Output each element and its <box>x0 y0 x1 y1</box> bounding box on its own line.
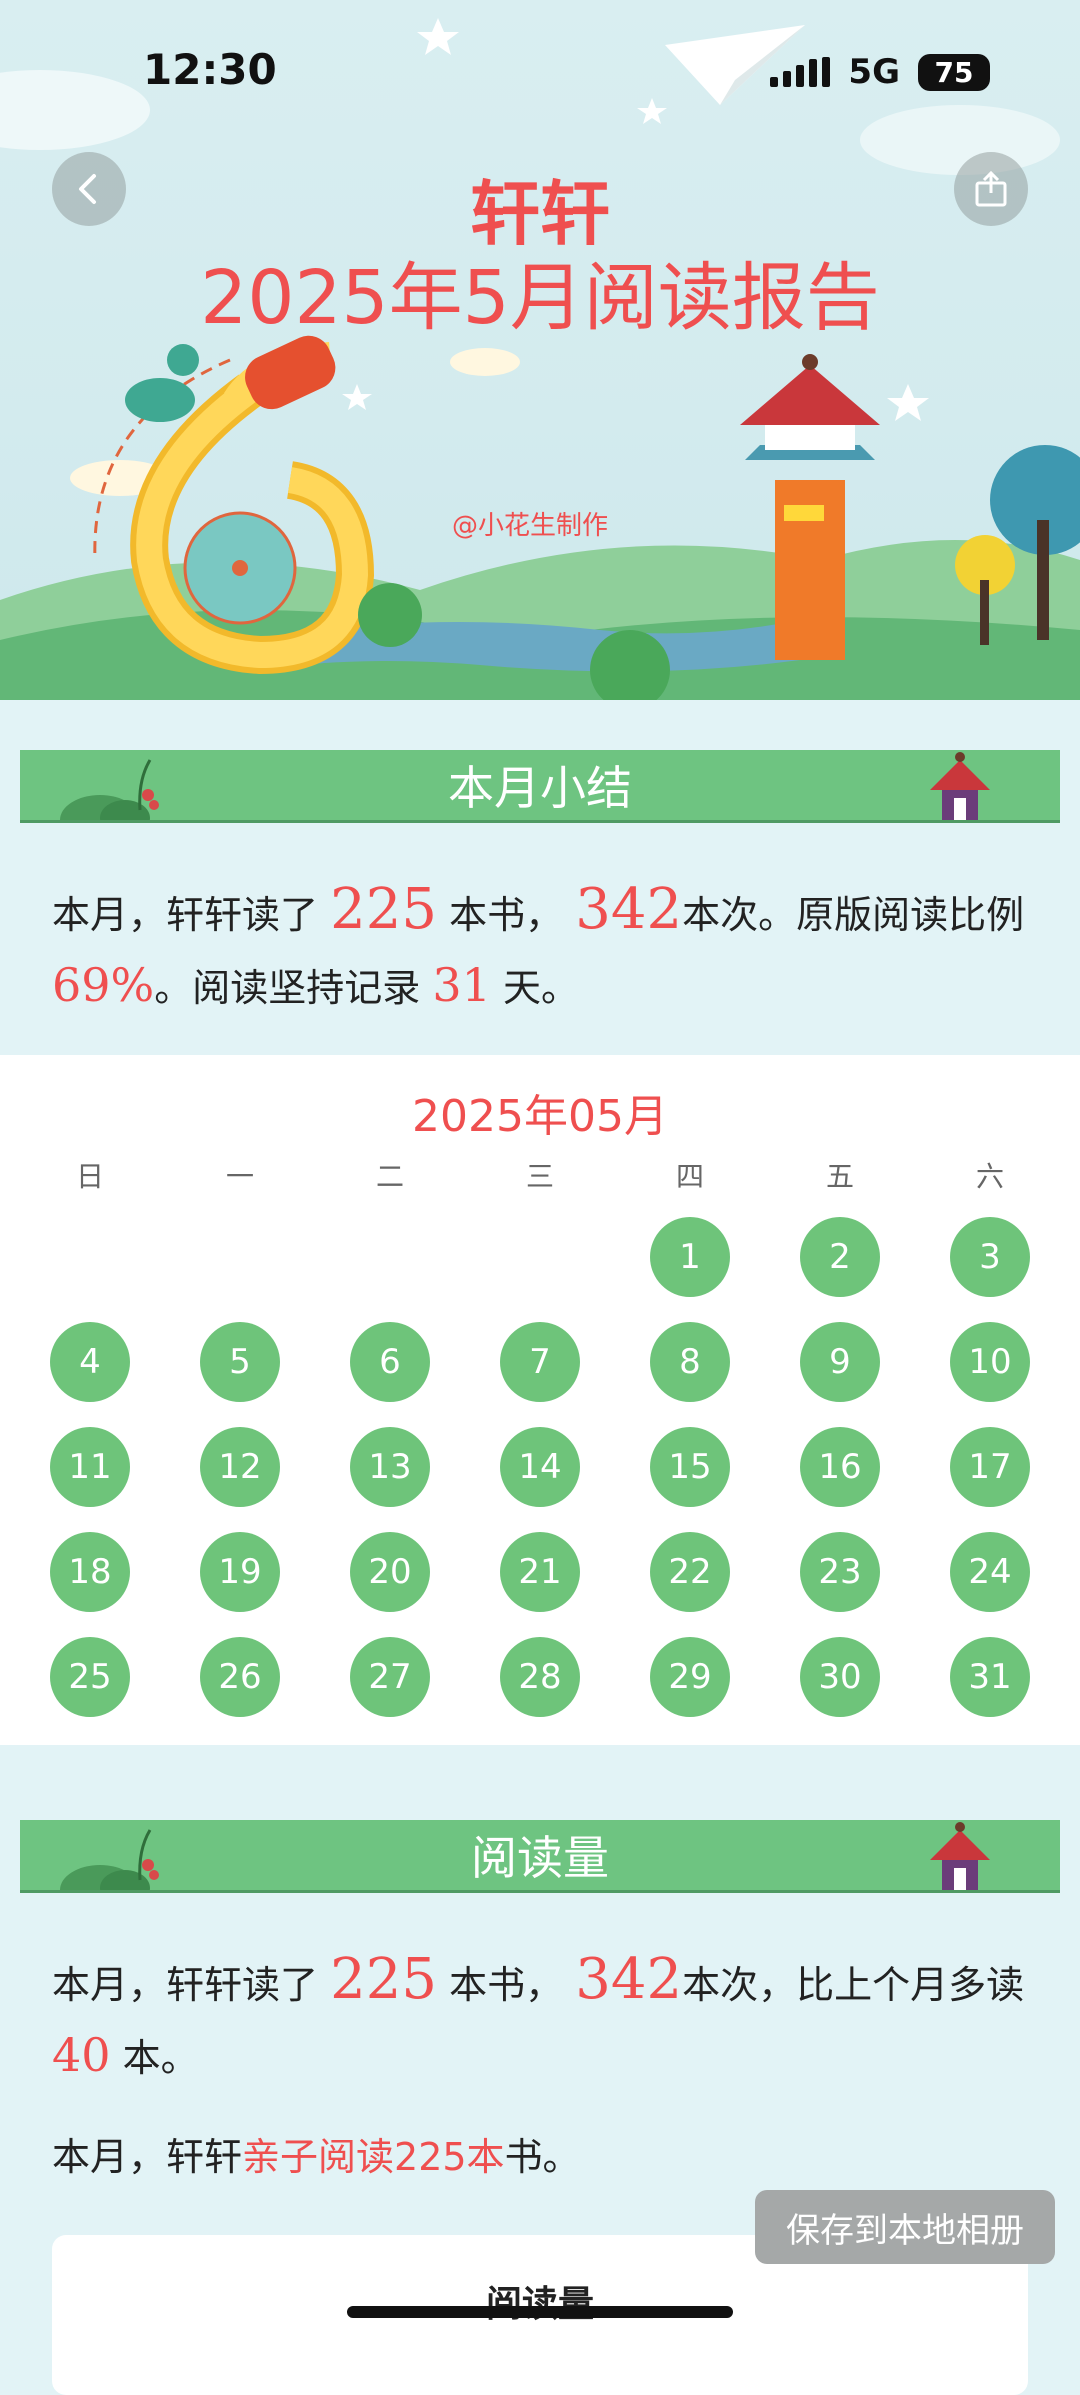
reading-calendar: 2025年05月 日一二三四五六 1 2 3 4 5 6 7 8 9 10 11 12 13 14 15 16… <box>0 1055 1080 1745</box>
pagoda-icon <box>930 752 990 820</box>
calendar-day[interactable]: 30 <box>800 1637 880 1717</box>
calendar-day[interactable]: 21 <box>500 1532 580 1612</box>
calendar-title: 2025年05月 <box>412 1091 668 1142</box>
weekday-label: 五 <box>825 1160 854 1193</box>
calendar-day[interactable]: 9 <box>800 1322 880 1402</box>
header-illustration <box>0 18 1080 700</box>
reading-heading: 阅读量 <box>471 1831 609 1885</box>
calendar-day[interactable]: 8 <box>650 1322 730 1402</box>
weekday-label: 三 <box>525 1160 554 1193</box>
calendar-day[interactable]: 26 <box>200 1637 280 1717</box>
weekday-label: 一 <box>225 1160 254 1193</box>
parent-child-reading: 本月，轩轩亲子阅读225本书。 <box>52 2135 581 2179</box>
pagoda-icon <box>930 1822 990 1890</box>
bush-icon <box>60 759 159 820</box>
calendar-day[interactable]: 15 <box>650 1427 730 1507</box>
calendar-day[interactable]: 2 <box>800 1217 880 1297</box>
reading-text: 本月，轩轩读了 225 本书， 342本次，比上个月多读 40 本。 <box>52 1947 1025 2082</box>
calendar-day[interactable]: 12 <box>200 1427 280 1507</box>
calendar-day[interactable]: 17 <box>950 1427 1030 1507</box>
summary-books-count: 225 <box>330 877 437 942</box>
battery-icon: 75 <box>918 53 990 91</box>
bush-icon <box>60 1829 159 1890</box>
weekday-label: 二 <box>375 1160 404 1193</box>
calendar-day[interactable]: 10 <box>950 1322 1030 1402</box>
more-than-last-month: 40 <box>52 2028 111 2082</box>
calendar-day[interactable]: 5 <box>200 1322 280 1402</box>
reading-books-count: 225 <box>330 1947 437 2012</box>
summary-section-header: 本月小结 <box>20 750 1060 823</box>
report-header: 12:30 5G 75 轩轩 2025年5月阅读报告 @小花生制作 <box>0 0 1080 700</box>
calendar-day[interactable]: 13 <box>350 1427 430 1507</box>
streak-days: 31 <box>432 958 491 1012</box>
calendar-day[interactable]: 16 <box>800 1427 880 1507</box>
weekday-label: 四 <box>675 1160 704 1193</box>
calendar-day[interactable]: 31 <box>950 1637 1030 1717</box>
reading-section-header: 阅读量 <box>20 1820 1060 1893</box>
calendar-day[interactable]: 1 <box>650 1217 730 1297</box>
calendar-day[interactable]: 7 <box>500 1322 580 1402</box>
signal-icon <box>770 57 831 87</box>
maker-credit: @小花生制作 <box>452 511 609 541</box>
status-time: 12:30 <box>143 45 277 94</box>
reading-times-count: 342 <box>575 1947 683 2012</box>
original-ratio: 69% <box>52 958 155 1012</box>
calendar-day[interactable]: 19 <box>200 1532 280 1612</box>
summary-heading: 本月小结 <box>448 761 632 815</box>
calendar-day[interactable]: 11 <box>50 1427 130 1507</box>
calendar-day[interactable]: 28 <box>500 1637 580 1717</box>
parent-child-count: 亲子阅读225本 <box>242 2135 505 2179</box>
summary-text: 本月，轩轩读了 225 本书， 342本次。原版阅读比例 69%。阅读坚持记录 … <box>52 877 1025 1012</box>
calendar-day[interactable]: 27 <box>350 1637 430 1717</box>
summary-times-count: 342 <box>575 877 683 942</box>
calendar-day[interactable]: 18 <box>50 1532 130 1612</box>
status-indicators: 5G 75 <box>770 52 990 92</box>
calendar-day[interactable]: 14 <box>500 1427 580 1507</box>
weekday-label: 日 <box>75 1160 104 1193</box>
calendar-day[interactable]: 25 <box>50 1637 130 1717</box>
calendar-day[interactable]: 23 <box>800 1532 880 1612</box>
calendar-day[interactable]: 22 <box>650 1532 730 1612</box>
weekday-label: 六 <box>975 1160 1004 1193</box>
calendar-day[interactable]: 20 <box>350 1532 430 1612</box>
save-to-album-button[interactable]: 保存到本地相册 <box>755 2190 1055 2264</box>
home-indicator[interactable] <box>347 2306 733 2318</box>
calendar-day[interactable]: 29 <box>650 1637 730 1717</box>
calendar-day[interactable]: 4 <box>50 1322 130 1402</box>
network-type: 5G <box>848 52 900 92</box>
report-title: 2025年5月阅读报告 <box>200 255 880 341</box>
calendar-day[interactable]: 3 <box>950 1217 1030 1297</box>
calendar-day[interactable]: 6 <box>350 1322 430 1402</box>
calendar-day[interactable]: 24 <box>950 1532 1030 1612</box>
card-title: 阅读量 <box>485 2284 594 2325</box>
